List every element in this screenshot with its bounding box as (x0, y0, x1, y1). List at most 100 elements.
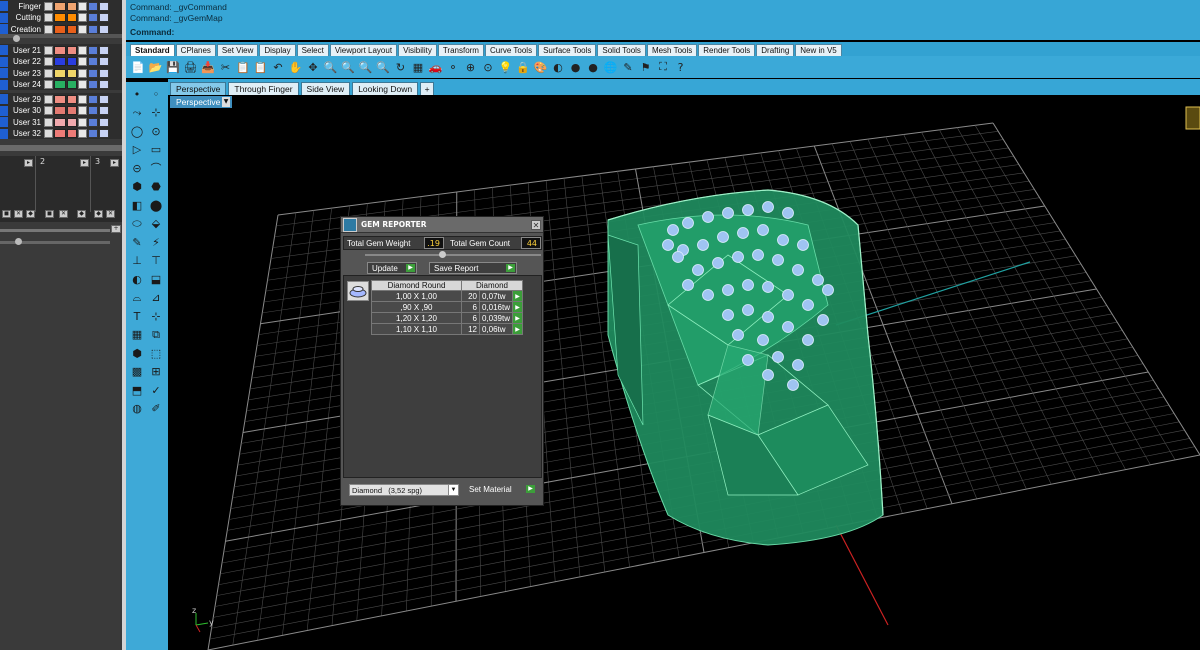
layer-lock-icon[interactable] (78, 57, 87, 66)
panel-collapse-knob[interactable] (13, 35, 20, 42)
layer-material-swatch[interactable] (67, 13, 77, 22)
sphere-icon[interactable]: ● (585, 59, 601, 75)
layer-current-checkbox[interactable] (44, 94, 53, 104)
pan-icon[interactable]: ✋ (288, 59, 304, 75)
toolbar-tab-render-tools[interactable]: Render Tools (698, 44, 756, 56)
help-icon[interactable]: ? (673, 59, 689, 75)
tool-27-icon[interactable]: ▦ (129, 327, 145, 343)
layer-lock-icon[interactable] (78, 106, 87, 115)
tool-4-icon[interactable]: ⊹ (148, 105, 164, 121)
layer-print-icon[interactable] (88, 129, 98, 138)
layer-name[interactable]: User 23 (10, 69, 44, 78)
layer-print-icon[interactable] (88, 80, 98, 89)
save-icon[interactable]: 💾 (165, 59, 181, 75)
select-gems-icon[interactable]: ▶ (512, 312, 523, 324)
toolbar-tab-cplanes[interactable]: CPlanes (175, 44, 216, 56)
render-icon[interactable]: ● (568, 59, 584, 75)
layer-print-icon[interactable] (88, 94, 98, 104)
zoom-dynamic-icon[interactable]: 🔍 (340, 59, 356, 75)
layer-name[interactable]: User 22 (10, 57, 44, 66)
tool-30-icon[interactable]: ⬚ (148, 345, 164, 361)
tool-19-icon[interactable]: ⊥ (129, 253, 145, 269)
tool-35-icon[interactable]: ◍ (129, 401, 145, 417)
layer-current-checkbox[interactable] (44, 106, 53, 115)
tool-28-icon[interactable]: ⧉ (148, 327, 164, 343)
tool-2-icon[interactable]: ◦ (148, 86, 164, 102)
tool-25-icon[interactable]: T (129, 308, 145, 324)
table-row[interactable]: ,90 X ,90 6 0,016tw ▶ (371, 301, 523, 313)
layer-print-icon[interactable] (88, 57, 98, 66)
tool-11-icon[interactable]: ⬢ (129, 179, 145, 195)
zoom-extents-icon[interactable]: 🔍 (358, 59, 374, 75)
command-prompt[interactable]: Command: (130, 27, 174, 37)
thumbnail-btn[interactable]: ◆ (94, 210, 103, 218)
thumbnail-arrow[interactable]: ▸ (110, 159, 119, 167)
add-icon[interactable]: + (111, 225, 121, 233)
thumbnail-arrow[interactable]: ▸ (80, 159, 89, 167)
layer-row[interactable]: User 23 (0, 68, 122, 79)
add-viewport-tab-button[interactable]: + (420, 82, 435, 95)
layer-color-swatch[interactable] (54, 106, 66, 115)
layer-name[interactable]: User 30 (10, 106, 44, 115)
layer-linetype-icon[interactable] (99, 24, 109, 34)
layer-material-swatch[interactable] (67, 129, 77, 138)
rotate-view-icon[interactable]: ↻ (393, 59, 409, 75)
tool-6-icon[interactable]: ⊙ (148, 123, 164, 139)
close-icon[interactable]: ✕ (14, 210, 23, 218)
tool-16-icon[interactable]: ⬙ (148, 216, 164, 232)
layer-linetype-icon[interactable] (99, 45, 109, 55)
diamond-shape-icon[interactable] (347, 281, 369, 301)
layer-current-checkbox[interactable] (44, 129, 53, 138)
layer-linetype-icon[interactable] (99, 68, 109, 78)
dialog-slider-knob[interactable] (439, 251, 446, 258)
tool-18-icon[interactable]: ⚡ (148, 234, 164, 250)
tool-14-icon[interactable]: ⬤ (148, 197, 164, 213)
layer-lock-icon[interactable] (78, 80, 87, 89)
layer-lock-icon[interactable] (78, 117, 87, 127)
layer-current-checkbox[interactable] (44, 45, 53, 55)
layer-color-swatch[interactable] (54, 57, 66, 66)
shade-icon[interactable]: ◐ (550, 59, 566, 75)
tool-3-icon[interactable]: ⤳ (129, 105, 145, 121)
layer-row[interactable]: User 32 (0, 128, 122, 139)
layer-print-icon[interactable] (88, 68, 98, 78)
layer-lock-icon[interactable] (78, 24, 87, 34)
layer-material-swatch[interactable] (67, 117, 77, 127)
layer-row[interactable]: User 29 (0, 94, 122, 105)
add-icon[interactable]: ⊕ (463, 59, 479, 75)
car-icon[interactable]: 🚗 (428, 59, 444, 75)
layer-material-swatch[interactable] (67, 106, 77, 115)
close-icon[interactable]: ✕ (531, 220, 541, 230)
layer-color-swatch[interactable] (54, 1, 66, 11)
print-icon[interactable]: 🖨 (183, 59, 199, 75)
close-icon[interactable]: ✕ (59, 210, 68, 218)
tool-34-icon[interactable]: ✓ (148, 382, 164, 398)
osnap-icon[interactable]: ⚬ (445, 59, 461, 75)
materials-icon[interactable]: 🎨 (533, 59, 549, 75)
target-icon[interactable]: ⊙ (480, 59, 496, 75)
toolbar-tab-new-in-v5[interactable]: New in V5 (795, 44, 842, 56)
tool-10-icon[interactable]: ⌒ (148, 160, 164, 176)
material-select[interactable]: Diamond (3,52 spg) ▼ (349, 484, 459, 496)
rotate-icon[interactable]: ✥ (305, 59, 321, 75)
layer-current-checkbox[interactable] (44, 68, 53, 78)
layer-row[interactable]: User 31 (0, 117, 122, 128)
layer-linetype-icon[interactable] (99, 129, 109, 138)
layer-print-icon[interactable] (88, 24, 98, 34)
tool-31-icon[interactable]: ▩ (129, 364, 145, 380)
tool-17-icon[interactable]: ✎ (129, 234, 145, 250)
toolbar-tab-mesh-tools[interactable]: Mesh Tools (646, 44, 698, 56)
paste-icon[interactable]: 📋 (253, 59, 269, 75)
cut-icon[interactable]: ✂ (218, 59, 234, 75)
layer-linetype-icon[interactable] (99, 57, 109, 66)
close-icon[interactable]: ✕ (106, 210, 115, 218)
viewport-tab-through-finger[interactable]: Through Finger (228, 82, 299, 95)
viewport-tab-looking-down[interactable]: Looking Down (352, 82, 419, 95)
undo-icon[interactable]: ↶ (270, 59, 286, 75)
layer-color-swatch[interactable] (54, 45, 66, 55)
table-row[interactable]: 1,00 X 1,00 20 0,07tw ▶ (371, 290, 523, 302)
zoom-selected-icon[interactable]: 🔍 (375, 59, 391, 75)
layer-name[interactable]: User 32 (10, 129, 44, 138)
table-row[interactable]: 1,20 X 1,20 6 0,039tw ▶ (371, 312, 523, 324)
layer-row[interactable]: Finger (0, 1, 122, 12)
